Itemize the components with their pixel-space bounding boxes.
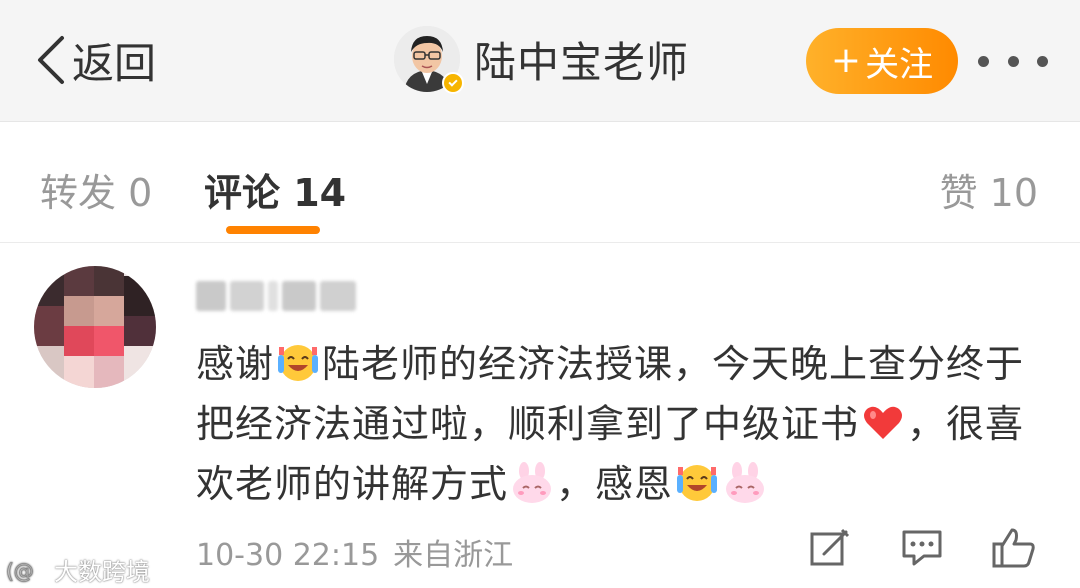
watermark-text: 大数跨境 [54,558,150,586]
red-heart-emoji-icon [864,406,903,439]
comment-meta: 10-30 22:15 来自浙江 [196,530,527,574]
bunny-emoji-icon [726,462,765,503]
back-arrow-icon [38,36,64,84]
comment-date: 10-30 22:15 [196,538,380,573]
interaction-tabs: 转发 0 评论 14 赞 10 [0,122,1080,243]
plus-icon: + [830,40,862,81]
laugh-cry-emoji-icon [677,465,718,501]
reply-comment-icon[interactable] [898,524,946,572]
follow-button[interactable]: + 关注 [806,28,958,94]
pixelated-avatar-icon [34,266,156,388]
watermark: (@ 大数跨境 [6,552,150,587]
top-nav-bar: 返回 陆中宝老师 + 关注 [0,0,1080,122]
comment-item: 感谢 陆老师的经济法授课，今天晚上查分终于把经济法通过啦，顺利拿到了中级证书 ，… [0,244,1080,588]
tab-repost[interactable]: 转发 0 [40,162,152,217]
tab-like[interactable]: 赞 10 [940,162,1038,217]
author-name[interactable]: 陆中宝老师 [474,29,689,90]
active-tab-indicator [226,226,320,234]
back-label: 返回 [72,38,157,88]
verified-badge-icon [442,72,464,94]
more-options-icon[interactable] [978,56,1048,68]
commenter-avatar[interactable] [34,266,156,388]
bunny-emoji-icon [513,462,552,503]
profile-header[interactable]: 陆中宝老师 [394,26,689,94]
edit-repost-icon[interactable] [806,524,854,572]
commenter-name-blurred[interactable] [196,278,356,314]
comment-text: 感谢 陆老师的经济法授课，今天晚上查分终于把经济法通过啦，顺利拿到了中级证书 ，… [196,334,1056,514]
comment-text-part: ，感恩 [556,462,674,506]
brand-logo-icon: (@ [6,558,34,583]
laugh-cry-emoji-icon [278,345,319,381]
comment-location: 来自浙江 [393,538,514,573]
comment-text-part: 感谢 [196,342,275,386]
tab-comment[interactable]: 评论 14 [204,162,346,217]
follow-label: 关注 [865,44,934,85]
back-button[interactable]: 返回 [32,30,156,90]
svg-text:(@: (@ [6,559,34,583]
like-thumb-icon[interactable] [990,524,1038,572]
author-avatar[interactable] [394,26,464,94]
